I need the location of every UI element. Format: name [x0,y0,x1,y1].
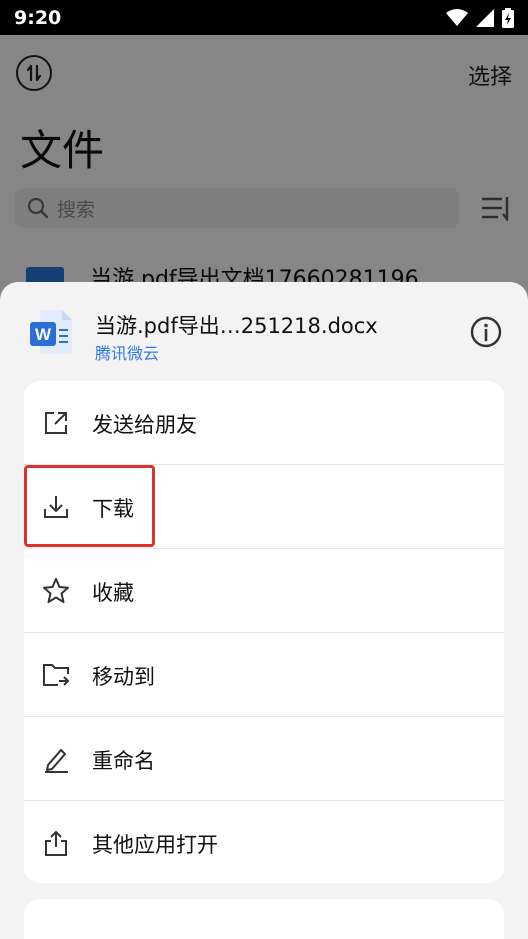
menu-item-label: 重命名 [92,749,155,773]
wifi-icon [446,8,468,26]
svg-text:W: W [35,325,52,344]
menu-item-rename[interactable]: 重命名 [24,717,504,801]
sheet-file-name: 当游.pdf导出…251218.docx [95,314,378,338]
action-menu: 发送给朋友 下载 收藏 移动到 重命名 其他应用打开 [24,381,504,883]
download-icon [44,496,68,518]
menu-item-move-to[interactable]: 移动到 [24,633,504,717]
info-icon[interactable] [470,316,502,348]
menu-item-label: 收藏 [92,581,134,605]
sheet-file-source: 腾讯微云 [95,344,160,363]
move-folder-icon [43,664,70,686]
share-out-icon [45,412,67,434]
signal-icon [476,8,494,27]
menu-item-label: 发送给朋友 [92,413,197,437]
status-time: 9:20 [14,6,62,29]
rename-pencil-icon [45,749,68,773]
menu-item-label: 其他应用打开 [92,833,218,857]
file-action-sheet: W 当游.pdf导出…251218.docx 腾讯微云 发送给朋友 下载 收藏 … [0,282,528,939]
open-with-icon [45,830,67,856]
menu-item-open-with[interactable]: 其他应用打开 [24,801,504,885]
menu-item-send-to-friend[interactable]: 发送给朋友 [24,381,504,465]
menu-item-label: 下载 [92,497,134,521]
sheet-secondary-card [24,899,504,939]
status-icons [446,7,514,28]
star-icon [43,578,69,603]
status-bar: 9:20 [0,0,528,35]
menu-item-download[interactable]: 下载 [24,465,504,549]
word-doc-icon: W [30,310,72,354]
battery-icon [502,7,514,28]
menu-item-favorite[interactable]: 收藏 [24,549,504,633]
sheet-header: W 当游.pdf导出…251218.docx 腾讯微云 [0,282,528,378]
menu-item-label: 移动到 [92,665,155,689]
